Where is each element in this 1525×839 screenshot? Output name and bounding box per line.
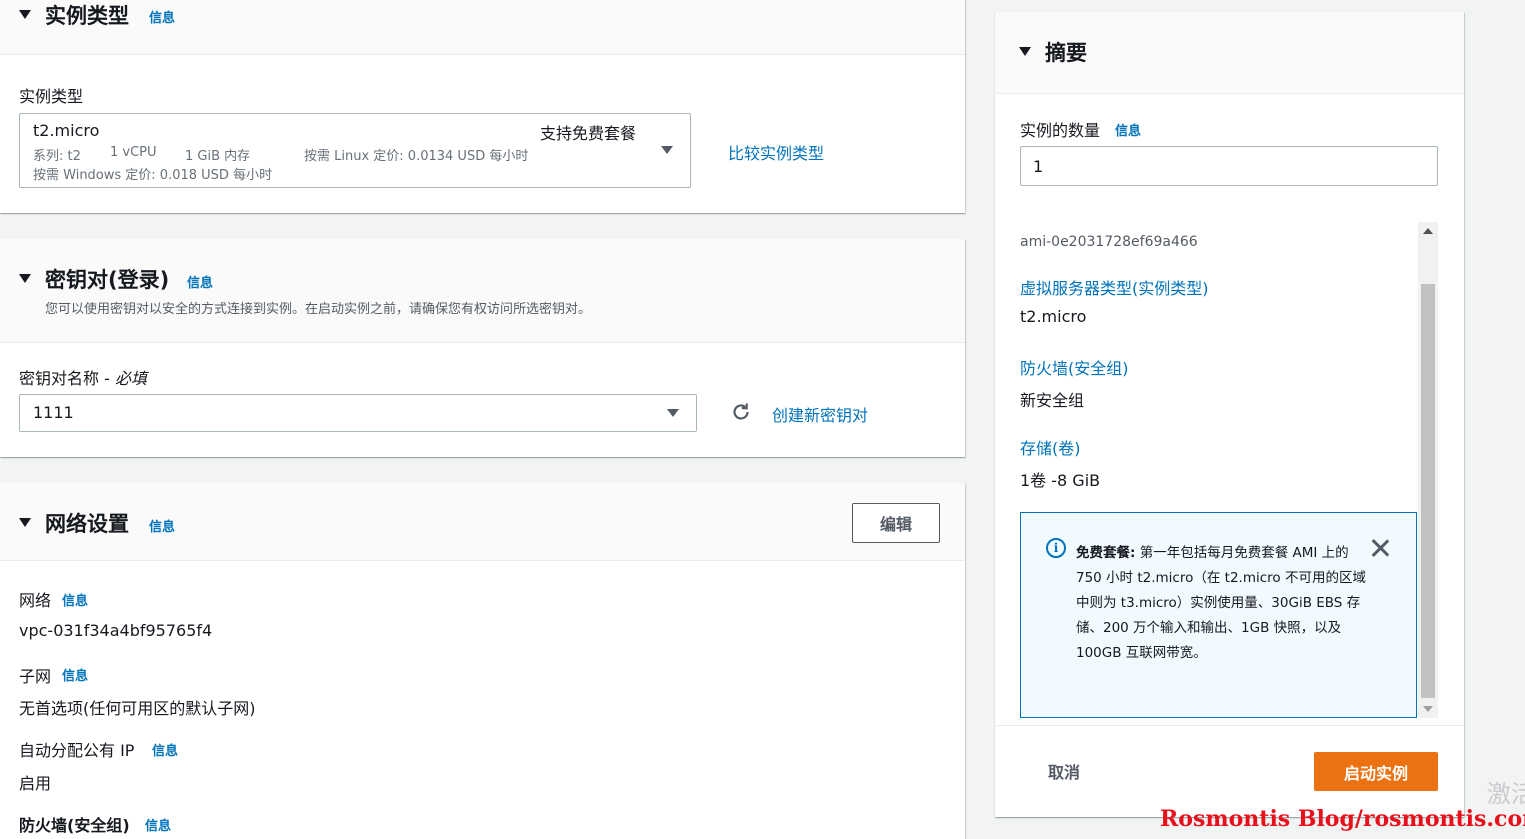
firewall-summary-value: 新安全组 <box>1020 391 1085 410</box>
expand-caret-icon[interactable] <box>19 518 31 527</box>
public-ip-value: 启用 <box>19 774 52 793</box>
keypair-info-link[interactable]: 信息 <box>187 272 213 291</box>
instance-type-select[interactable]: t2.micro 支持免费套餐 系列: t2 1 vCPU 1 GiB 内存 按… <box>19 113 691 188</box>
windows-price: 按需 Windows 定价: 0.018 USD 每小时 <box>33 168 273 183</box>
instance-type-card: 实例类型 信息 实例类型 t2.micro 支持免费套餐 系列: t2 1 vC… <box>0 0 965 213</box>
firewall-info-link[interactable]: 信息 <box>145 815 171 834</box>
create-keypair-link[interactable]: 创建新密钥对 <box>772 402 868 426</box>
network-info-link[interactable]: 信息 <box>149 516 175 535</box>
keypair-select[interactable]: 1111 <box>19 394 697 432</box>
free-tier-alert-text: 免费套餐: 第一年包括每月免费套餐 AMI 上的 750 小时 t2.micro… <box>1076 541 1366 666</box>
instance-type-name: t2.micro <box>33 121 100 140</box>
instance-count-info-link[interactable]: 信息 <box>1115 120 1141 139</box>
launch-instance-button[interactable]: 启动实例 <box>1314 752 1438 791</box>
keypair-card: 密钥对(登录) 信息 您可以使用密钥对以安全的方式连接到实例。在启动实例之前，请… <box>0 239 965 457</box>
summary-scrollbar[interactable] <box>1418 222 1438 718</box>
instance-type-title: 实例类型 <box>45 4 129 28</box>
info-icon: i <box>1046 538 1066 558</box>
summary-footer-divider <box>995 725 1464 726</box>
keypair-title: 密钥对(登录) <box>45 268 170 292</box>
firewall-label: 防火墙(安全组) <box>19 816 130 835</box>
firewall-summary-link[interactable]: 防火墙(安全组) <box>1020 355 1129 379</box>
instance-count-input[interactable] <box>1020 146 1438 186</box>
activate-windows-text: 激活 <box>1487 780 1525 808</box>
network-value: vpc-031f34a4bf95765f4 <box>19 621 213 640</box>
subnet-value: 无首选项(任何可用区的默认子网) <box>19 699 256 718</box>
scroll-down-arrow-icon[interactable] <box>1423 706 1433 712</box>
chevron-down-icon[interactable] <box>661 146 673 154</box>
edit-network-button[interactable]: 编辑 <box>852 503 940 543</box>
free-tier-badge: 支持免费套餐 <box>540 124 637 143</box>
public-ip-label: 自动分配公有 IP <box>19 741 135 760</box>
network-card: 网络设置 信息 网络 信息 vpc-031f34a4bf95765f4 子网 信… <box>0 483 965 839</box>
instance-family: 系列: t2 <box>33 149 81 164</box>
subnet-info-link[interactable]: 信息 <box>62 665 88 684</box>
subnet-label: 子网 <box>19 667 52 686</box>
scroll-thumb[interactable] <box>1421 284 1435 698</box>
instance-vcpu: 1 vCPU <box>110 145 157 160</box>
instance-count-label: 实例的数量 <box>1020 121 1101 140</box>
free-tier-alert: i 免费套餐: 第一年包括每月免费套餐 AMI 上的 750 小时 t2.mic… <box>1020 512 1417 718</box>
network-header[interactable]: 网络设置 信息 <box>0 483 965 561</box>
required-marker: 必填 <box>114 369 147 388</box>
storage-summary-link[interactable]: 存储(卷) <box>1020 435 1081 459</box>
public-ip-info-link[interactable]: 信息 <box>152 740 178 759</box>
linux-price: 按需 Linux 定价: 0.0134 USD 每小时 <box>304 149 529 164</box>
summary-header[interactable]: 摘要 <box>995 12 1464 94</box>
keypair-field-label: 密钥对名称 - 必填 <box>19 365 147 389</box>
instance-type-header[interactable]: 实例类型 信息 <box>0 0 965 55</box>
instance-type-summary-value: t2.micro <box>1020 307 1087 326</box>
instance-memory: 1 GiB 内存 <box>185 149 251 164</box>
expand-caret-icon[interactable] <box>19 10 31 19</box>
summary-title: 摘要 <box>1045 41 1087 65</box>
keypair-selected-value: 1111 <box>33 403 74 422</box>
storage-summary-value: 1卷 -8 GiB <box>1020 471 1101 490</box>
scroll-up-arrow-icon[interactable] <box>1423 228 1433 234</box>
expand-caret-icon[interactable] <box>19 274 31 283</box>
keypair-header[interactable]: 密钥对(登录) 信息 您可以使用密钥对以安全的方式连接到实例。在启动实例之前，请… <box>0 239 965 343</box>
compare-instance-types-link[interactable]: 比较实例类型 <box>728 140 824 164</box>
refresh-icon[interactable] <box>731 402 751 422</box>
instance-type-summary-link[interactable]: 虚拟服务器类型(实例类型) <box>1020 275 1209 299</box>
instance-type-field-label: 实例类型 <box>19 87 84 106</box>
cancel-button[interactable]: 取消 <box>1030 752 1098 790</box>
network-label: 网络 <box>19 591 52 610</box>
free-tier-alert-body: 第一年包括每月免费套餐 AMI 上的 750 小时 t2.micro（在 t2.… <box>1076 545 1366 661</box>
instance-type-info-link[interactable]: 信息 <box>149 7 175 26</box>
watermark: Rosmontis Blog/rosmontis.com <box>1160 806 1525 832</box>
close-icon[interactable] <box>1369 537 1391 559</box>
free-tier-alert-title: 免费套餐: <box>1076 545 1136 561</box>
network-field-info-link[interactable]: 信息 <box>62 590 88 609</box>
ami-id: ami-0e2031728ef69a466 <box>1020 234 1198 250</box>
chevron-down-icon[interactable] <box>667 409 679 417</box>
keypair-label-text: 密钥对名称 - <box>19 369 115 388</box>
network-title: 网络设置 <box>45 512 129 536</box>
keypair-description: 您可以使用密钥对以安全的方式连接到实例。在启动实例之前，请确保您有权访问所选密钥… <box>45 302 592 317</box>
expand-caret-icon[interactable] <box>1019 47 1031 56</box>
